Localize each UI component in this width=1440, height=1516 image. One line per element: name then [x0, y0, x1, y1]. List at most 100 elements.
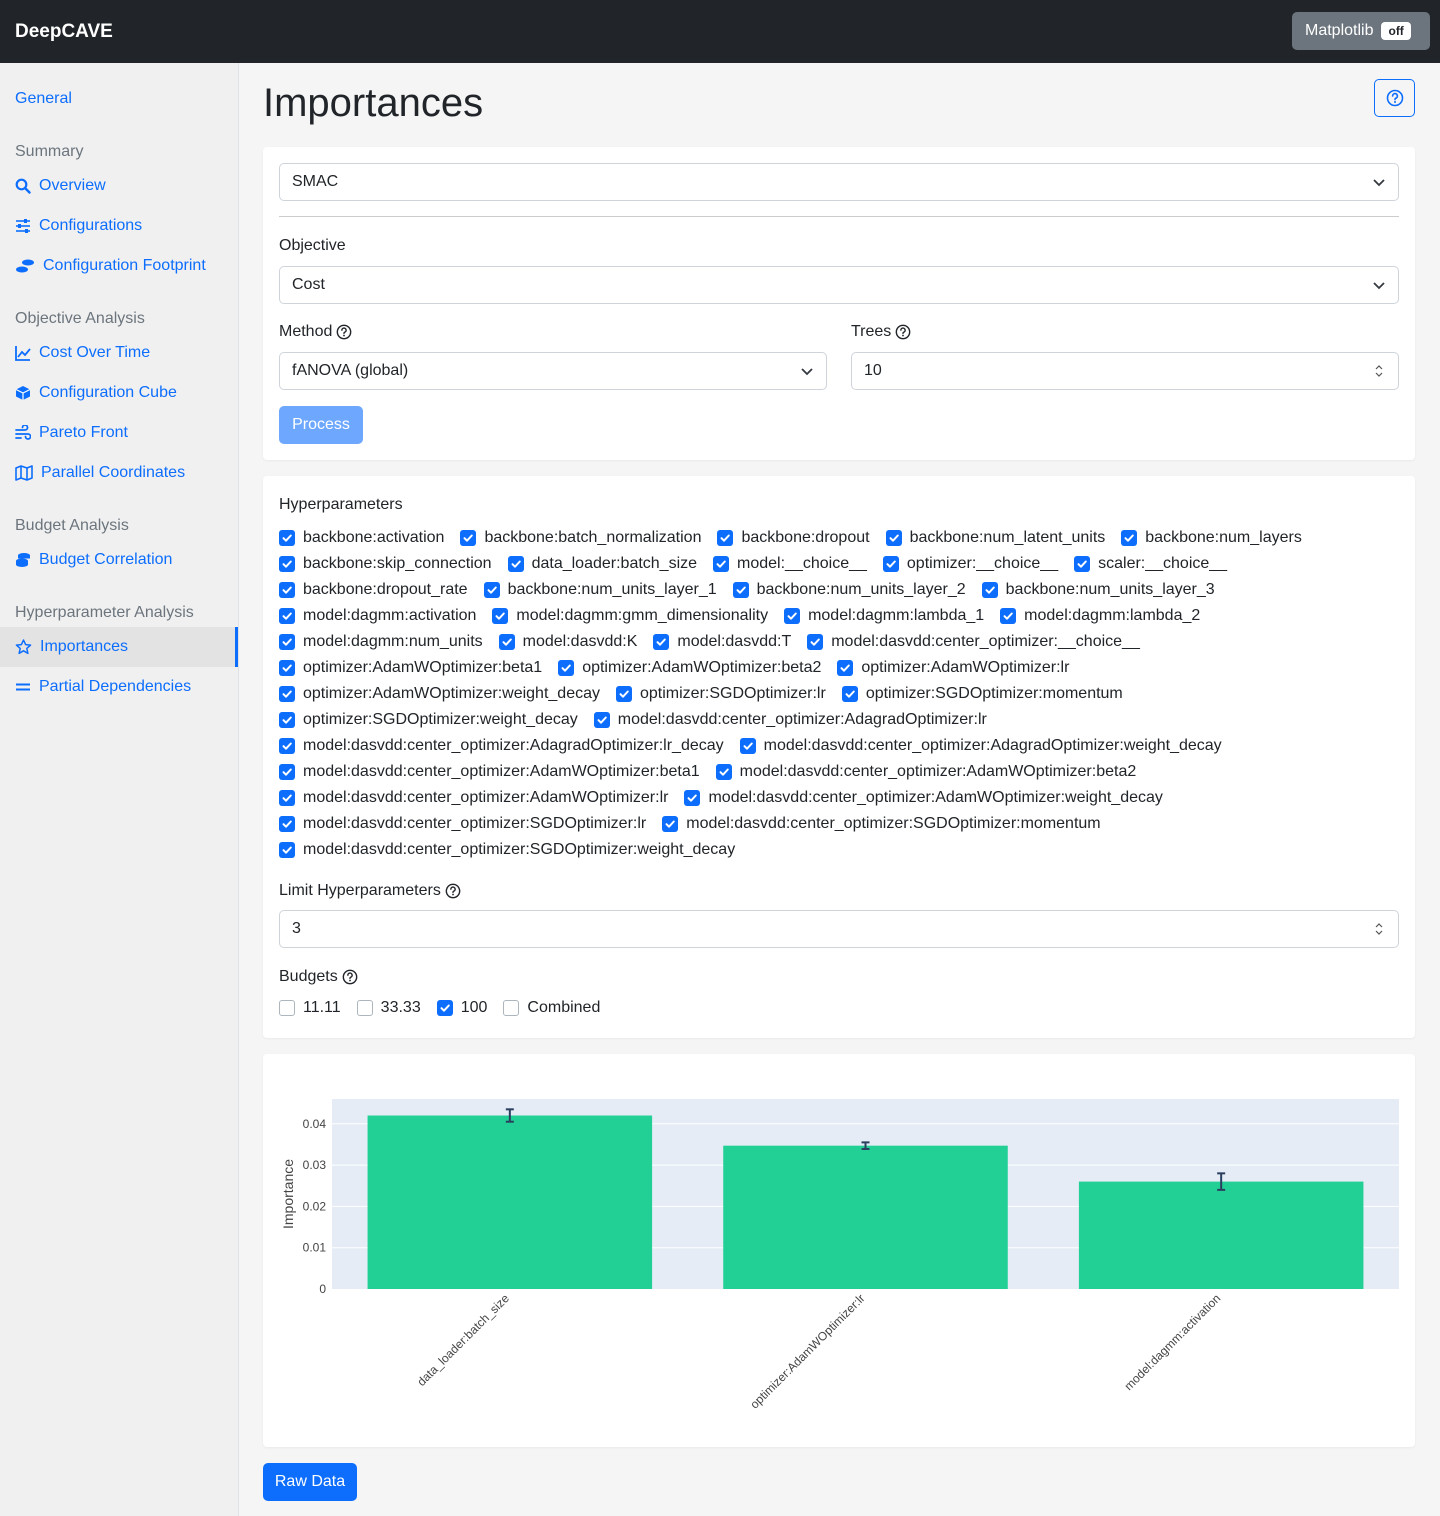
- sidebar-item-general[interactable]: General: [0, 79, 238, 119]
- budget-checkbox[interactable]: Combined: [503, 999, 600, 1017]
- checkbox-checked[interactable]: [507, 556, 524, 572]
- question-circle-icon[interactable]: [895, 324, 911, 340]
- checkbox-checked[interactable]: [279, 582, 295, 598]
- hyperparameter-checkbox[interactable]: backbone:activation: [279, 529, 444, 547]
- app-title[interactable]: DeepCAVE: [15, 21, 113, 43]
- checkbox-checked[interactable]: [279, 712, 295, 728]
- hyperparameter-checkbox[interactable]: model:dagmm:lambda_2: [1000, 607, 1200, 625]
- hyperparameter-checkbox[interactable]: model:dasvdd:center_optimizer:AdamWOptim…: [715, 763, 1136, 781]
- checkbox-checked[interactable]: [837, 660, 854, 676]
- hyperparameter-checkbox[interactable]: optimizer:SGDOptimizer:weight_decay: [279, 711, 578, 729]
- checkbox-checked[interactable]: [460, 530, 477, 546]
- checkbox-checked[interactable]: [784, 608, 801, 624]
- budget-checkbox[interactable]: 100: [436, 999, 487, 1017]
- hyperparameter-checkbox[interactable]: optimizer:AdamWOptimizer:beta1: [279, 659, 542, 677]
- stepper-arrows-icon[interactable]: [1374, 921, 1384, 937]
- hyperparameter-checkbox[interactable]: backbone:num_latent_units: [885, 529, 1105, 547]
- hyperparameter-checkbox[interactable]: model:dasvdd:K: [498, 633, 637, 651]
- hyperparameter-checkbox[interactable]: model:__choice__: [713, 555, 867, 573]
- method-select[interactable]: fANOVA (global): [279, 352, 827, 390]
- checkbox-checked[interactable]: [981, 582, 998, 598]
- hyperparameter-checkbox[interactable]: backbone:num_units_layer_1: [483, 581, 717, 599]
- checkbox-checked[interactable]: [279, 842, 295, 858]
- sidebar-item-pareto-front[interactable]: Pareto Front: [0, 413, 238, 453]
- checkbox-checked[interactable]: [279, 530, 295, 546]
- hyperparameter-checkbox[interactable]: backbone:num_units_layer_2: [732, 581, 966, 599]
- checkbox-checked[interactable]: [841, 686, 858, 702]
- sidebar-item-cost-over-time[interactable]: Cost Over Time: [0, 333, 238, 373]
- checkbox-checked[interactable]: [436, 1000, 453, 1016]
- checkbox-checked[interactable]: [279, 790, 295, 806]
- trees-input[interactable]: 10: [851, 352, 1399, 390]
- checkbox-checked[interactable]: [732, 582, 749, 598]
- objective-select[interactable]: Cost: [279, 266, 1399, 304]
- checkbox-checked[interactable]: [279, 556, 295, 572]
- sidebar-item-parallel-coordinates[interactable]: Parallel Coordinates: [0, 453, 238, 493]
- hyperparameter-checkbox[interactable]: optimizer:SGDOptimizer:momentum: [841, 685, 1123, 703]
- hyperparameter-checkbox[interactable]: backbone:dropout_rate: [279, 581, 468, 599]
- hyperparameter-checkbox[interactable]: model:dasvdd:center_optimizer:SGDOptimiz…: [279, 841, 735, 859]
- hyperparameter-checkbox[interactable]: model:dasvdd:center_optimizer:__choice__: [807, 633, 1140, 651]
- checkbox-checked[interactable]: [498, 634, 515, 650]
- hyperparameter-checkbox[interactable]: optimizer:__choice__: [882, 555, 1058, 573]
- checkbox-checked[interactable]: [492, 608, 509, 624]
- checkbox-checked[interactable]: [715, 764, 732, 780]
- checkbox-checked[interactable]: [616, 686, 632, 702]
- hyperparameter-checkbox[interactable]: model:dasvdd:center_optimizer:AdamWOptim…: [684, 789, 1163, 807]
- hyperparameter-checkbox[interactable]: backbone:num_layers: [1121, 529, 1302, 547]
- hyperparameter-checkbox[interactable]: optimizer:SGDOptimizer:lr: [616, 685, 826, 703]
- process-button[interactable]: Process: [279, 406, 363, 444]
- checkbox-checked[interactable]: [684, 790, 701, 806]
- checkbox-checked[interactable]: [885, 530, 902, 546]
- checkbox-checked[interactable]: [279, 738, 295, 754]
- hyperparameter-checkbox[interactable]: model:dasvdd:center_optimizer:AdamWOptim…: [279, 789, 668, 807]
- checkbox-checked[interactable]: [279, 608, 295, 624]
- checkbox-checked[interactable]: [279, 764, 295, 780]
- hyperparameter-checkbox[interactable]: optimizer:AdamWOptimizer:lr: [837, 659, 1069, 677]
- hyperparameter-checkbox[interactable]: model:dasvdd:center_optimizer:AdagradOpt…: [279, 737, 724, 755]
- checkbox-checked[interactable]: [662, 816, 679, 832]
- budget-checkbox[interactable]: 11.11: [279, 999, 341, 1017]
- help-button[interactable]: [1374, 79, 1415, 117]
- limit-hyperparameters-input[interactable]: 3: [279, 910, 1399, 948]
- checkbox-checked[interactable]: [882, 556, 899, 572]
- run-select[interactable]: SMAC: [279, 163, 1399, 201]
- hyperparameter-checkbox[interactable]: model:dasvdd:T: [653, 633, 791, 651]
- checkbox-checked[interactable]: [593, 712, 610, 728]
- hyperparameter-checkbox[interactable]: backbone:dropout: [717, 529, 870, 547]
- checkbox-unchecked[interactable]: [279, 1000, 295, 1016]
- sidebar-item-configuration-cube[interactable]: Configuration Cube: [0, 373, 238, 413]
- budget-checkbox[interactable]: 33.33: [356, 999, 421, 1017]
- checkbox-checked[interactable]: [558, 660, 575, 676]
- hyperparameter-checkbox[interactable]: model:dagmm:num_units: [279, 633, 483, 651]
- hyperparameter-checkbox[interactable]: optimizer:AdamWOptimizer:weight_decay: [279, 685, 600, 703]
- checkbox-checked[interactable]: [807, 634, 824, 650]
- checkbox-checked[interactable]: [279, 816, 295, 832]
- checkbox-checked[interactable]: [1074, 556, 1091, 572]
- checkbox-checked[interactable]: [713, 556, 730, 572]
- checkbox-checked[interactable]: [279, 686, 295, 702]
- checkbox-unchecked[interactable]: [503, 1000, 520, 1016]
- checkbox-checked[interactable]: [717, 530, 734, 546]
- question-circle-icon[interactable]: [336, 324, 352, 340]
- hyperparameter-checkbox[interactable]: model:dagmm:gmm_dimensionality: [492, 607, 768, 625]
- checkbox-checked[interactable]: [1121, 530, 1138, 546]
- question-circle-icon[interactable]: [445, 883, 461, 899]
- checkbox-checked[interactable]: [739, 738, 756, 754]
- hyperparameter-checkbox[interactable]: backbone:batch_normalization: [460, 529, 701, 547]
- hyperparameter-checkbox[interactable]: backbone:skip_connection: [279, 555, 492, 573]
- hyperparameter-checkbox[interactable]: model:dasvdd:center_optimizer:SGDOptimiz…: [279, 815, 646, 833]
- sidebar-item-importances[interactable]: Importances: [0, 627, 238, 667]
- checkbox-checked[interactable]: [279, 660, 295, 676]
- hyperparameter-checkbox[interactable]: scaler:__choice__: [1074, 555, 1227, 573]
- hyperparameter-checkbox[interactable]: data_loader:batch_size: [507, 555, 697, 573]
- stepper-arrows-icon[interactable]: [1374, 363, 1384, 379]
- hyperparameter-checkbox[interactable]: model:dasvdd:center_optimizer:SGDOptimiz…: [662, 815, 1101, 833]
- sidebar-item-budget-correlation[interactable]: Budget Correlation: [0, 540, 238, 580]
- hyperparameter-checkbox[interactable]: model:dagmm:activation: [279, 607, 476, 625]
- checkbox-checked[interactable]: [653, 634, 670, 650]
- hyperparameter-checkbox[interactable]: model:dagmm:lambda_1: [784, 607, 984, 625]
- checkbox-unchecked[interactable]: [356, 1000, 373, 1016]
- sidebar-item-partial-dependencies[interactable]: Partial Dependencies: [0, 667, 238, 707]
- hyperparameter-checkbox[interactable]: model:dasvdd:center_optimizer:AdagradOpt…: [739, 737, 1222, 755]
